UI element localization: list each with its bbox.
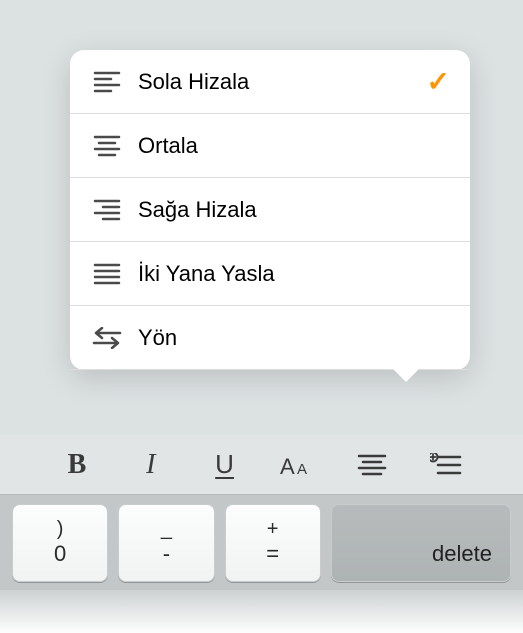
key-delete-label: delete — [432, 541, 492, 567]
menu-item-label: Sağa Hizala — [138, 197, 450, 223]
menu-item-label: İki Yana Yasla — [138, 261, 450, 287]
keyboard-row: ) 0 _ - + = delete — [0, 495, 523, 590]
key-lower-label: - — [163, 541, 170, 567]
key-delete[interactable]: delete — [331, 504, 511, 582]
fade-overlay — [0, 590, 523, 633]
key-upper-label: ) — [57, 517, 64, 541]
italic-button[interactable]: I — [127, 441, 175, 489]
key-underscore-minus[interactable]: _ - — [118, 504, 214, 582]
key-plus-equals[interactable]: + = — [225, 504, 321, 582]
menu-item-align-justify[interactable]: İki Yana Yasla — [70, 242, 470, 306]
menu-item-direction[interactable]: Yön — [70, 306, 470, 370]
underline-button[interactable]: U — [201, 441, 249, 489]
alignment-popover: Sola Hizala ✓ Ortala Sağa Hizala İki Yan… — [70, 50, 470, 370]
paragraph-align-button[interactable] — [348, 441, 396, 489]
key-upper-label: + — [267, 517, 279, 541]
format-toolbar: B I U AA — [0, 435, 523, 495]
key-lower-label: = — [266, 541, 279, 567]
menu-item-label: Sola Hizala — [138, 69, 427, 95]
menu-item-align-left[interactable]: Sola Hizala ✓ — [70, 50, 470, 114]
svg-text:A: A — [297, 461, 307, 478]
key-paren-0[interactable]: ) 0 — [12, 504, 108, 582]
menu-item-align-center[interactable]: Ortala — [70, 114, 470, 178]
popover-tail — [392, 368, 420, 382]
align-right-icon — [90, 199, 124, 221]
menu-item-label: Ortala — [138, 133, 450, 159]
align-center-icon — [90, 135, 124, 157]
checkmark-icon: ✓ — [427, 65, 450, 98]
font-size-button[interactable]: AA — [274, 441, 322, 489]
bold-button[interactable]: B — [53, 441, 101, 489]
key-upper-label: _ — [161, 517, 172, 541]
key-lower-label: 0 — [54, 541, 66, 567]
insert-button[interactable] — [422, 441, 470, 489]
menu-item-align-right[interactable]: Sağa Hizala — [70, 178, 470, 242]
align-left-icon — [90, 71, 124, 93]
menu-item-label: Yön — [138, 325, 450, 351]
align-justify-icon — [90, 263, 124, 285]
svg-text:A: A — [280, 454, 295, 478]
direction-icon — [90, 327, 124, 349]
